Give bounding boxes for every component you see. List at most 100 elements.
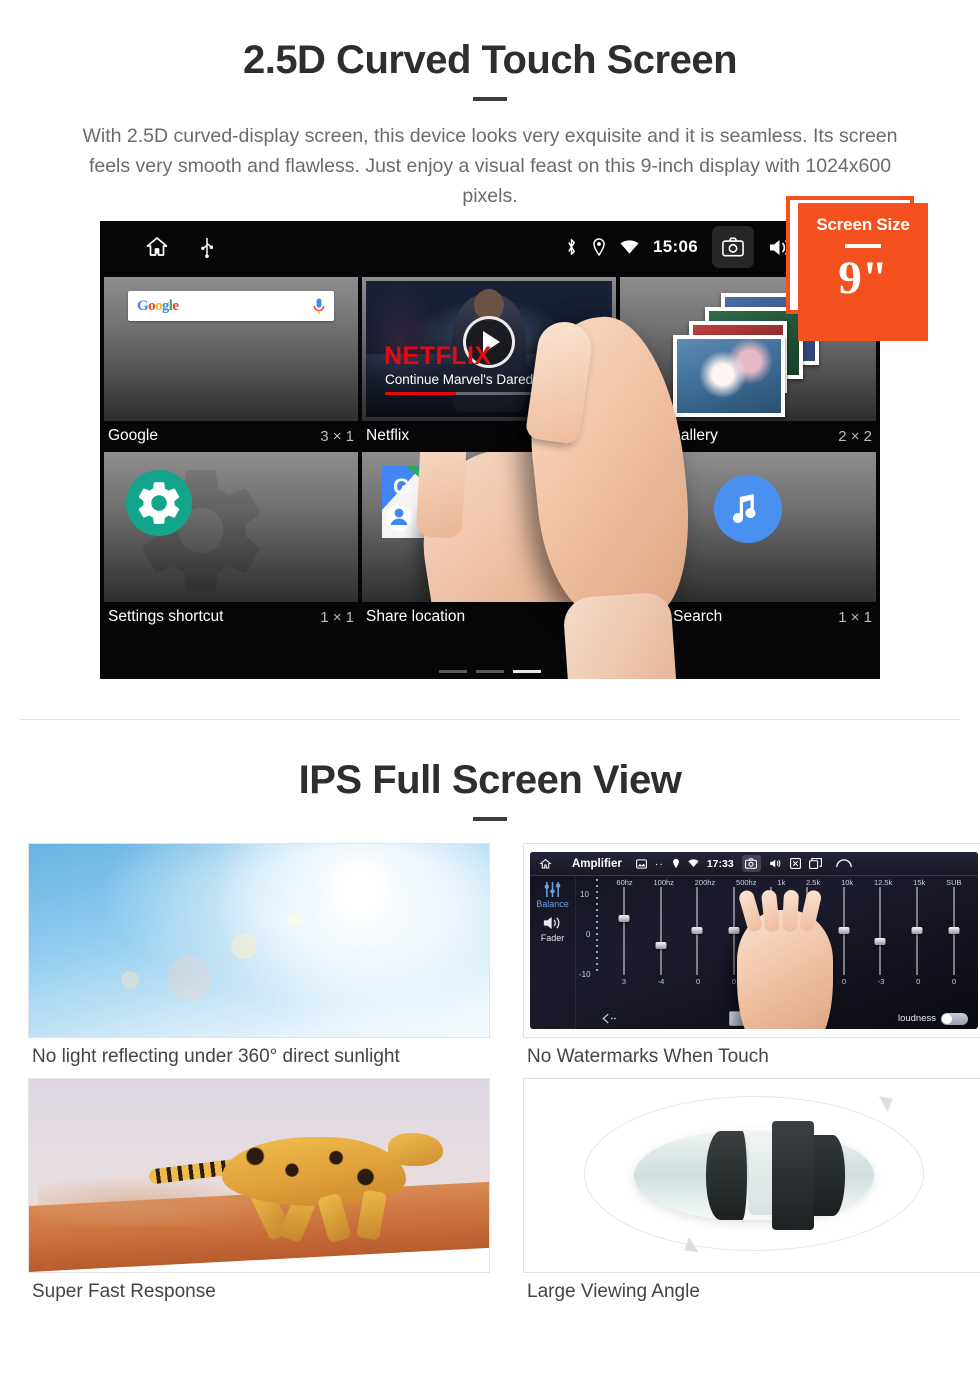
- band-label: 60hz: [616, 878, 633, 887]
- widget-size: 3 × 1: [320, 427, 354, 445]
- head-unit-screenshot: 15:06 Google Google 3 × 1 NETFLIX Contin…: [100, 221, 880, 679]
- gear-icon: [126, 470, 192, 541]
- amp-clock: 17:33: [706, 857, 734, 870]
- widget-label: Photo Gallery: [624, 427, 718, 444]
- page-dot-active[interactable]: [513, 670, 541, 673]
- google-logo: Google: [137, 297, 179, 314]
- eq-slider[interactable]: [655, 887, 667, 975]
- widget-size: 1 × 1: [320, 608, 354, 626]
- band-value: 0: [841, 977, 847, 986]
- band-label: 200hz: [694, 878, 716, 887]
- title-underline: [473, 97, 507, 101]
- amp-tab-balance[interactable]: Balance: [536, 899, 569, 909]
- close-icon[interactable]: [789, 858, 801, 869]
- band-value: 0: [731, 977, 737, 986]
- back-arrow-icon[interactable]: [835, 858, 852, 869]
- cheetah-photo: [28, 1078, 490, 1273]
- card-caption: No Watermarks When Touch: [527, 1046, 769, 1067]
- widget-share-location[interactable]: G Share location 1 × 1: [362, 452, 616, 633]
- hand-pointer: [409, 452, 616, 602]
- svg-text:G: G: [393, 474, 410, 499]
- music-note-icon: [714, 475, 782, 543]
- feature-card-watermarks: Amplifier ·· 17:33 Balance Fader 60hz 10…: [523, 843, 980, 1068]
- usb-icon[interactable]: [200, 236, 214, 258]
- eq-slider[interactable]: [691, 887, 703, 975]
- loudness-label: loudness: [897, 1013, 936, 1024]
- band-value: 0: [951, 977, 957, 986]
- band-label: 15k: [913, 878, 926, 887]
- netflix-logo: NETFLIX: [384, 342, 492, 370]
- equalizer-icon[interactable]: [543, 881, 562, 898]
- feature-cards: No light reflecting under 360° direct su…: [0, 843, 980, 1313]
- eq-slider[interactable]: [728, 887, 740, 975]
- home-icon[interactable]: [539, 858, 552, 870]
- speaker-icon[interactable]: [543, 915, 562, 931]
- widget-label: Share location: [366, 608, 466, 625]
- netflix-subtitle: Continue Marvel's Daredevil: [385, 372, 554, 387]
- card-caption: Large Viewing Angle: [527, 1281, 700, 1302]
- hand-touching-screen: [736, 888, 833, 1029]
- amp-sidebar: Balance Fader: [530, 876, 576, 1029]
- microphone-icon[interactable]: [313, 298, 325, 315]
- band-value: 0: [916, 977, 921, 986]
- amp-tab-fader[interactable]: Fader: [541, 933, 565, 943]
- card-caption: Super Fast Response: [32, 1281, 216, 1302]
- page-dot[interactable]: [439, 670, 467, 673]
- badge-divider: [845, 244, 881, 248]
- location-icon: [672, 858, 680, 869]
- eq-slider[interactable]: [874, 887, 886, 975]
- band-label: 500hz: [736, 878, 757, 887]
- badge-label: Screen Size: [816, 215, 910, 234]
- widget-row: Google Google 3 × 1 NETFLIX Continue Mar…: [104, 277, 876, 452]
- page-dot[interactable]: [476, 670, 504, 673]
- sunlight-photo: [28, 843, 490, 1038]
- widget-size: 2 × 2: [838, 427, 872, 445]
- page-title: 2.5D Curved Touch Screen: [242, 38, 738, 82]
- eq-slider[interactable]: [618, 887, 630, 975]
- recent-apps-icon[interactable]: [808, 858, 822, 869]
- prev-arrow-icon[interactable]: [602, 1013, 618, 1024]
- home-icon[interactable]: [144, 235, 170, 259]
- band-label: SUB: [946, 878, 962, 887]
- car-top-view: [523, 1078, 980, 1273]
- volume-icon[interactable]: [769, 858, 782, 869]
- widget-settings-shortcut[interactable]: Settings shortcut 1 × 1: [104, 452, 358, 633]
- feature-card-viewing-angle: Large Viewing Angle: [523, 1078, 980, 1303]
- google-search-input[interactable]: Google: [128, 291, 334, 321]
- location-icon: [592, 237, 606, 257]
- page-description: With 2.5D curved-display screen, this de…: [82, 125, 898, 207]
- widget-netflix[interactable]: NETFLIX Continue Marvel's Daredevil Netf…: [362, 277, 616, 452]
- band-label: 12.5k: [873, 878, 893, 887]
- feature-card-row: Super Fast Response Large Viewing Angle: [0, 1078, 980, 1303]
- status-bar: 15:06: [100, 221, 880, 273]
- widget-size: 1 × 1: [578, 608, 612, 626]
- band-value: 0: [696, 977, 701, 986]
- netflix-progress-bar: [385, 392, 593, 395]
- widget-google[interactable]: Google Google 3 × 1: [104, 277, 358, 452]
- band-label: 1k: [777, 878, 786, 887]
- eq-slider[interactable]: [838, 887, 850, 975]
- band-label: 100hz: [653, 878, 674, 887]
- camera-icon[interactable]: [712, 226, 754, 268]
- eq-slider[interactable]: [911, 887, 923, 975]
- more-dots-icon: ··: [654, 857, 664, 870]
- camera-icon[interactable]: [741, 855, 761, 872]
- band-value: -3: [877, 977, 885, 986]
- eq-slider[interactable]: [948, 887, 960, 975]
- band-label: 2.5k: [806, 878, 821, 887]
- loudness-toggle[interactable]: [940, 1012, 968, 1025]
- screen-size-badge: Screen Size 9": [798, 203, 928, 341]
- page-indicator[interactable]: [439, 670, 541, 673]
- band-value: -4: [657, 977, 665, 986]
- wifi-icon: [688, 859, 699, 868]
- band-label: 10k: [841, 878, 854, 887]
- widget-sound-search[interactable]: Sound Search 1 × 1: [620, 452, 876, 633]
- feature-card-row: No light reflecting under 360° direct su…: [0, 843, 980, 1068]
- amp-status-bar: Amplifier ·· 17:33: [530, 852, 978, 876]
- amp-band-labels: 60hz 100hz 200hz 500hz 1k 2.5k 10k 12.5k…: [580, 878, 972, 887]
- wifi-icon: [620, 239, 639, 255]
- badge-value: 9": [838, 252, 888, 304]
- status-clock: 15:06: [653, 237, 698, 256]
- widget-size: 3 × 2: [578, 427, 612, 445]
- widget-label: Settings shortcut: [108, 608, 224, 625]
